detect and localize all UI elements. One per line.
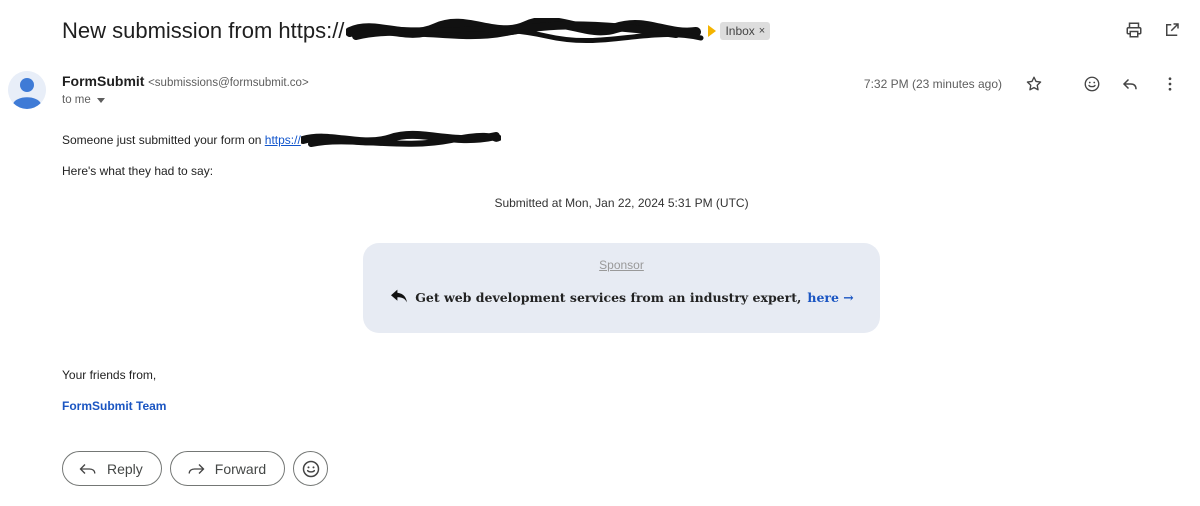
message-meta: 7:32 PM (23 minutes ago) — [864, 74, 1180, 94]
body-line-1: Someone just submitted your form on http… — [62, 130, 501, 149]
reply-icon — [79, 463, 96, 474]
remove-label-button[interactable]: × — [759, 25, 765, 37]
sponsor-link[interactable]: here → — [807, 290, 853, 305]
team-signature-link[interactable]: FormSubmit Team — [62, 399, 166, 413]
message-actions: Reply Forward — [62, 451, 329, 486]
sponsor-box: Sponsor Get web development services fro… — [363, 243, 880, 333]
redaction-scribble — [300, 130, 501, 149]
sender-name[interactable]: FormSubmit — [62, 73, 144, 89]
body-line-2: Here's what they had to say: — [62, 164, 214, 178]
more-vert-icon[interactable] — [1160, 74, 1180, 94]
reply-icon[interactable] — [1120, 74, 1140, 94]
emoji-icon — [302, 460, 319, 477]
message-time: 7:32 PM (23 minutes ago) — [863, 77, 1002, 91]
sponsor-label[interactable]: Sponsor — [363, 258, 880, 272]
inbox-label-text: Inbox — [725, 24, 755, 38]
sender-line: FormSubmit <submissions@formsubmit.co> — [62, 73, 309, 89]
submitted-timestamp: Submitted at Mon, Jan 22, 2024 5:31 PM (… — [494, 196, 749, 210]
reply-button[interactable]: Reply — [62, 451, 162, 486]
reply-button-label: Reply — [107, 460, 143, 477]
thread-toolbar — [1124, 20, 1182, 40]
reply-arrow-icon — [389, 288, 409, 307]
email-subject: New submission from https:// — [62, 18, 345, 43]
recipient-details-toggle[interactable]: to me — [62, 94, 105, 106]
print-icon[interactable] — [1124, 20, 1144, 40]
emoji-icon[interactable] — [1082, 74, 1102, 94]
sponsor-line: Get web development services from an ind… — [363, 288, 880, 307]
importance-marker-icon — [708, 25, 717, 37]
subject-row: New submission from https:// Inbox × — [62, 14, 771, 48]
open-in-new-window-icon[interactable] — [1162, 20, 1182, 40]
site-link[interactable]: https:// — [265, 133, 301, 147]
caret-down-icon — [96, 97, 105, 103]
star-icon[interactable] — [1024, 74, 1044, 94]
body-line-1-text: Someone just submitted your form on — [62, 133, 265, 148]
emoji-reaction-button[interactable] — [293, 451, 329, 486]
sender-email: <submissions@formsubmit.co> — [148, 77, 309, 89]
closing-text: Your friends from, — [62, 368, 157, 382]
recipient-text: to me — [62, 94, 91, 106]
forward-button-label: Forward — [214, 460, 267, 477]
avatar-icon — [8, 71, 46, 109]
forward-icon — [188, 463, 205, 474]
sponsor-text: Get web development services from an ind… — [415, 290, 802, 305]
inbox-label[interactable]: Inbox × — [720, 22, 771, 40]
forward-button[interactable]: Forward — [169, 451, 286, 486]
redaction-scribble — [345, 16, 706, 44]
